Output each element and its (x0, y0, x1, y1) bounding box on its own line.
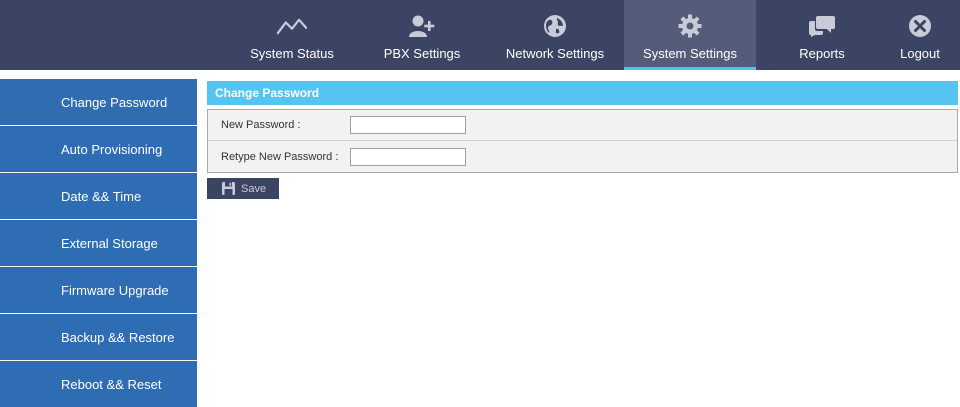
new-password-label: New Password : (221, 119, 301, 131)
floppy-disk-icon (222, 182, 235, 195)
nav-label: System Status (250, 46, 334, 61)
user-add-icon (407, 12, 437, 40)
sidebar-item-change-password[interactable]: Change Password (0, 79, 197, 125)
new-password-input[interactable] (350, 116, 466, 134)
nav-label: Network Settings (505, 46, 605, 61)
save-button[interactable]: Save (207, 178, 279, 199)
nav-label: System Settings (643, 46, 737, 61)
active-tab-indicator (624, 67, 756, 70)
form-row-new-password: New Password : (208, 110, 957, 141)
panel-title: Change Password (207, 81, 958, 105)
sidebar-item-backup-restore[interactable]: Backup && Restore (0, 314, 197, 360)
sidebar-item-firmware-upgrade[interactable]: Firmware Upgrade (0, 267, 197, 313)
globe-icon (540, 12, 570, 40)
nav-logout[interactable]: Logout (890, 0, 950, 70)
nav-label: PBX Settings (383, 46, 461, 61)
nav-system-settings[interactable]: System Settings (624, 0, 756, 70)
sidebar-item-label: Firmware Upgrade (61, 282, 169, 298)
close-circle-icon (905, 12, 935, 40)
nav-system-status[interactable]: System Status (236, 0, 348, 70)
nav-pbx-settings[interactable]: PBX Settings (370, 0, 474, 70)
top-navigation-bar: System Status PBX Settings Network Setti… (0, 0, 960, 70)
sidebar-item-label: Backup && Restore (61, 329, 175, 345)
sidebar-item-auto-provisioning[interactable]: Auto Provisioning (0, 126, 197, 172)
activity-chart-icon (277, 12, 307, 40)
nav-reports[interactable]: Reports (784, 0, 860, 70)
retype-password-label: Retype New Password : (221, 150, 339, 163)
nav-network-settings[interactable]: Network Settings (496, 0, 614, 70)
sidebar-item-label: External Storage (61, 235, 158, 251)
sidebar-item-date-time[interactable]: Date && Time (0, 173, 197, 219)
save-button-label: Save (241, 182, 267, 195)
sidebar-item-external-storage[interactable]: External Storage (0, 220, 197, 266)
gear-icon (675, 12, 705, 40)
form-row-retype-password: Retype New Password : (208, 141, 957, 172)
sidebar-item-label: Auto Provisioning (61, 141, 163, 157)
nav-label: Reports (799, 46, 845, 61)
nav-label: Logout (900, 46, 940, 61)
sidebar-item-label: Date && Time (61, 188, 142, 204)
change-password-form: New Password : Retype New Password : (207, 109, 958, 173)
retype-password-input[interactable] (350, 147, 466, 166)
sidebar-item-label: Change Password (61, 94, 168, 110)
chat-bubbles-icon (807, 12, 837, 40)
sidebar-item-reboot-reset[interactable]: Reboot && Reset (0, 361, 197, 407)
sidebar-item-label: Reboot && Reset (61, 376, 162, 392)
sidebar-menu: Change Password Auto Provisioning Date &… (0, 76, 197, 407)
